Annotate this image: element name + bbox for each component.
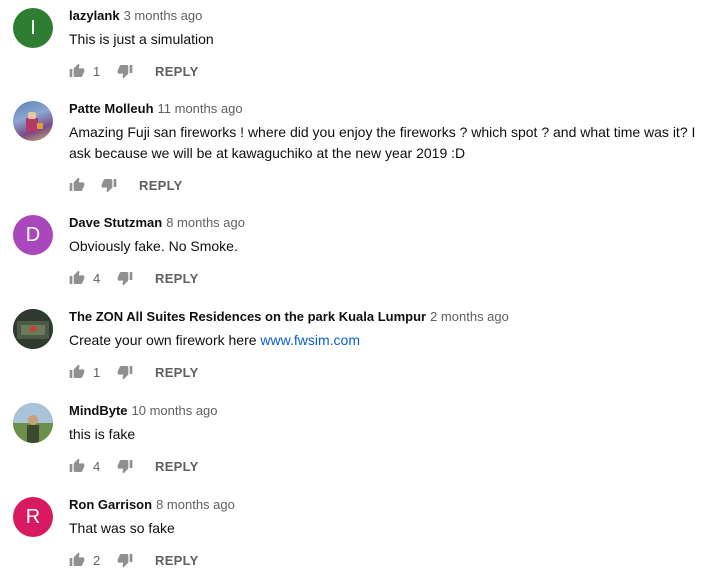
like-count: 4 <box>93 458 101 474</box>
thumbs-up-icon[interactable] <box>69 270 85 286</box>
like-count: 1 <box>93 63 101 79</box>
comment-text: Amazing Fuji san fireworks ! where did y… <box>69 124 696 161</box>
avatar[interactable] <box>13 309 53 349</box>
avatar-image <box>13 309 53 349</box>
avatar-letter: I <box>30 16 36 39</box>
comment-text: That was so fake <box>69 520 175 536</box>
comments-list: I lazylank 3 months ago This is just a si… <box>0 0 702 569</box>
avatar[interactable] <box>13 403 53 443</box>
comment-author[interactable]: The ZON All Suites Residences on the par… <box>69 309 426 324</box>
avatar-image <box>13 403 53 443</box>
reply-button[interactable]: REPLY <box>155 553 199 568</box>
comment-author[interactable]: Dave Stutzman <box>69 215 162 230</box>
reply-button[interactable]: REPLY <box>155 64 199 79</box>
comment-time[interactable]: 11 months ago <box>158 101 243 116</box>
thumbs-down-icon[interactable] <box>117 458 133 474</box>
thumbs-down-icon[interactable] <box>117 552 133 568</box>
thumbs-up-icon[interactable] <box>69 364 85 380</box>
comment-time[interactable]: 8 months ago <box>156 497 235 512</box>
comment-time[interactable]: 3 months ago <box>124 8 203 23</box>
reply-button[interactable]: REPLY <box>155 459 199 474</box>
thumbs-down-icon[interactable] <box>117 63 133 79</box>
thumbs-up-icon[interactable] <box>69 458 85 474</box>
like-count: 1 <box>93 364 101 380</box>
thumbs-down-icon[interactable] <box>101 177 117 193</box>
comment-author[interactable]: lazylank <box>69 8 120 23</box>
like-count: 4 <box>93 270 101 286</box>
comment-time[interactable]: 8 months ago <box>166 215 245 230</box>
thumbs-up-icon[interactable] <box>69 177 85 193</box>
avatar-image <box>26 112 43 132</box>
like-count: 2 <box>93 552 101 568</box>
reply-button[interactable]: REPLY <box>139 178 183 193</box>
comment-time[interactable]: 10 months ago <box>132 403 218 418</box>
thumbs-up-icon[interactable] <box>69 63 85 79</box>
avatar[interactable]: R <box>13 497 53 537</box>
comment-time[interactable]: 2 months ago <box>430 309 509 324</box>
comment-text: Create your own firework here www.fwsim.… <box>69 330 698 351</box>
reply-button[interactable]: REPLY <box>155 271 199 286</box>
comment-text-prefix: Create your own firework here <box>69 332 261 348</box>
comment-text: This is just a simulation <box>69 31 214 47</box>
avatar-letter: D <box>25 223 41 246</box>
comment-text: Obviously fake. No Smoke. <box>69 238 238 254</box>
reply-button[interactable]: REPLY <box>155 365 199 380</box>
comment-author[interactable]: Patte Molleuh <box>69 101 154 116</box>
thumbs-up-icon[interactable] <box>69 552 85 568</box>
avatar-letter: R <box>25 505 41 528</box>
comment-link[interactable]: www.fwsim.com <box>260 332 360 348</box>
comment-author[interactable]: MindByte <box>69 403 128 418</box>
comment-author[interactable]: Ron Garrison <box>69 497 152 512</box>
comment-text: this is fake <box>69 426 136 442</box>
thumbs-down-icon[interactable] <box>117 270 133 286</box>
avatar[interactable] <box>13 101 53 141</box>
avatar[interactable]: I <box>13 8 53 48</box>
avatar[interactable]: D <box>13 215 53 255</box>
thumbs-down-icon[interactable] <box>117 364 133 380</box>
